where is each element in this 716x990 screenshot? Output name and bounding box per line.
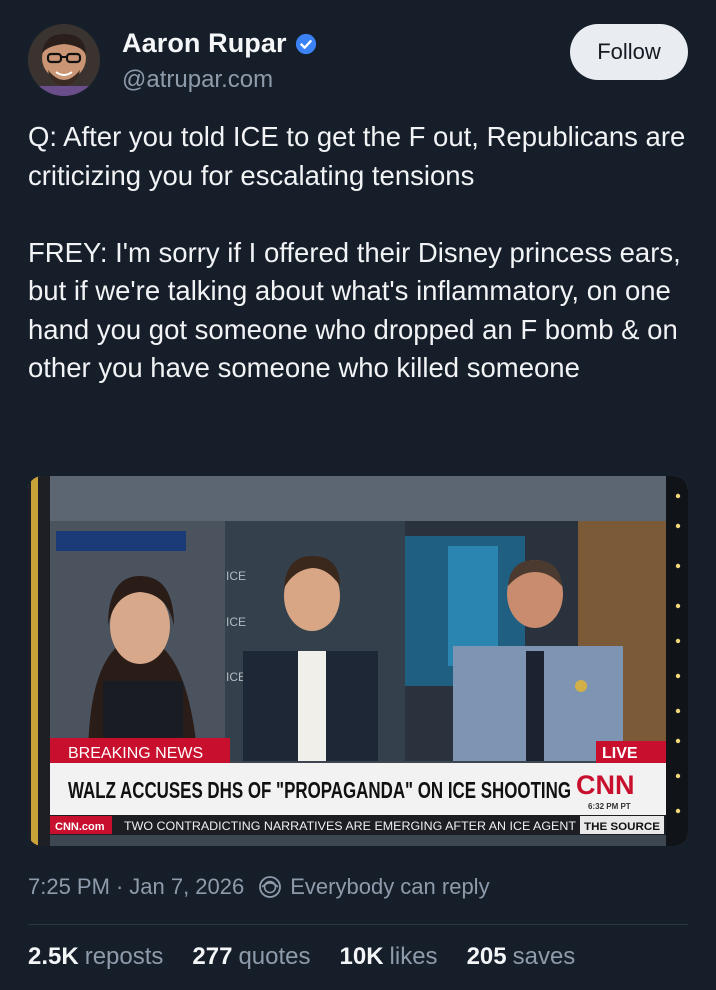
stat-label: reposts xyxy=(84,943,164,970)
stat-number: 10K xyxy=(339,943,384,970)
post-header: Aaron Rupar @atrupar.com Follow xyxy=(28,22,688,102)
breaking-news-label: BREAKING NEWS xyxy=(68,745,203,762)
stat-quotes[interactable]: 277 quotes xyxy=(192,943,310,971)
handle[interactable]: @atrupar.com xyxy=(122,66,273,94)
verified-badge-icon xyxy=(295,33,316,54)
avatar[interactable] xyxy=(28,24,100,96)
live-label: LIVE xyxy=(602,745,638,762)
post-time[interactable]: 7:25 PM xyxy=(28,874,110,900)
follow-button[interactable]: Follow xyxy=(570,24,688,80)
headline-text: WALZ ACCUSES DHS OF "PROPAGANDA" ON ICE … xyxy=(68,777,571,803)
engagement-stats: 2.5K reposts 277 quotes 10K likes 205 saves xyxy=(28,943,604,971)
stat-number: 277 xyxy=(192,943,233,970)
stat-number: 2.5K xyxy=(28,943,79,970)
divider xyxy=(28,924,688,925)
post: Aaron Rupar @atrupar.com Follow Q: After… xyxy=(0,0,716,990)
stat-label: quotes xyxy=(238,943,311,970)
stat-number: 205 xyxy=(466,943,507,970)
post-text: Q: After you told ICE to get the F out, … xyxy=(28,121,686,383)
broadcast-time: 6:32 PM PT xyxy=(588,802,631,811)
show-name: THE SOURCE xyxy=(584,821,660,833)
cnn-logo: CNN xyxy=(576,770,635,800)
post-date[interactable]: Jan 7, 2026 xyxy=(129,874,244,900)
stat-saves[interactable]: 205 saves xyxy=(467,943,576,971)
reply-setting-icon xyxy=(259,876,282,898)
stat-likes[interactable]: 10K likes xyxy=(340,943,438,971)
display-name[interactable]: Aaron Rupar xyxy=(122,28,287,59)
post-media-image[interactable]: ICE ICE ICE BREAKING NEWS LIVE WALZ ACCU… xyxy=(28,476,688,846)
stat-label: likes xyxy=(389,943,438,970)
stat-reposts[interactable]: 2.5K reposts xyxy=(28,943,163,971)
reply-setting[interactable]: Everybody can reply xyxy=(290,874,489,900)
post-meta: 7:25 PM · Jan 7, 2026 Everybody can repl… xyxy=(28,874,490,900)
svg-text:ICE: ICE xyxy=(226,569,246,583)
svg-text:ICE: ICE xyxy=(226,615,246,629)
stat-label: saves xyxy=(512,943,576,970)
cnn-site-label: CNN.com xyxy=(55,821,105,833)
ticker-text: TWO CONTRADICTING NARRATIVES ARE EMERGIN… xyxy=(124,819,577,833)
name-row: Aaron Rupar xyxy=(122,28,317,59)
meta-separator: · xyxy=(115,874,124,899)
